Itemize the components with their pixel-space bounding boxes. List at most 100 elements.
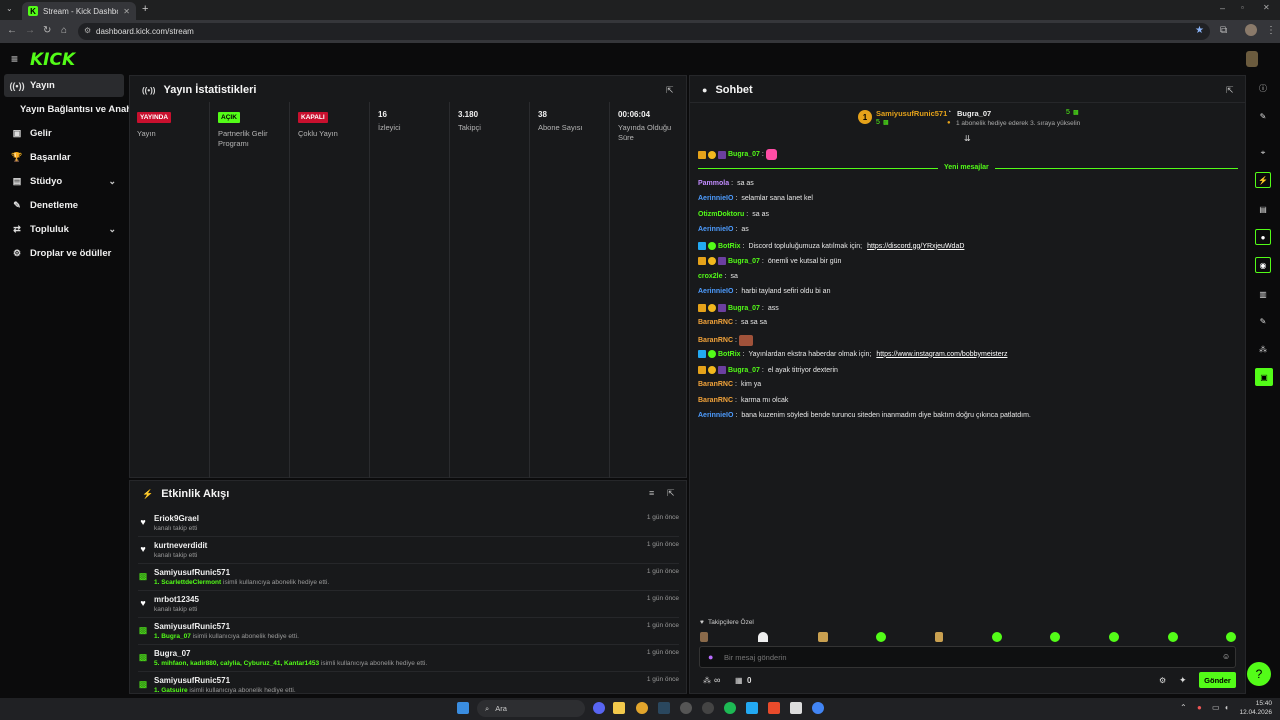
taskbar-search[interactable]: ⌕ Ara (477, 700, 585, 717)
settings-gear-icon[interactable]: ⚙ (1159, 676, 1166, 685)
tab-menu-icon[interactable]: ⌄ (6, 4, 13, 13)
back-icon[interactable]: ← (7, 25, 17, 36)
activity-user[interactable]: SamiyusufRunic571 (154, 676, 230, 685)
window-close-icon[interactable]: ✕ (1263, 3, 1270, 12)
reload-icon[interactable]: ↻ (43, 25, 51, 36)
chrome-icon[interactable] (636, 702, 648, 714)
drops-icon[interactable]: ⁂ (1256, 342, 1270, 356)
chat-username[interactable]: BotRix (718, 243, 741, 250)
user-avatar[interactable] (1246, 51, 1258, 67)
emote-image[interactable] (992, 632, 1002, 642)
discord-icon[interactable] (593, 702, 605, 714)
chat-message-input[interactable] (724, 650, 1204, 664)
chat-username[interactable]: BotRix (718, 351, 741, 358)
volume-icon[interactable]: ◖ (1224, 703, 1229, 712)
chat-username[interactable]: OtizmDoktoru (698, 211, 744, 218)
minimize-icon[interactable]: – (1220, 3, 1225, 13)
activity-user[interactable]: Bugra_07 (154, 649, 190, 658)
info-icon[interactable]: ⓘ (1256, 81, 1270, 95)
vscode-icon[interactable] (746, 702, 758, 714)
tray-chevron-icon[interactable]: ⌃ (1180, 703, 1187, 712)
sidebar-item-basarilar[interactable]: 🏆 Başarılar (4, 146, 124, 169)
emote-image[interactable] (1109, 632, 1119, 642)
activity-user[interactable]: kurtneverdidit (154, 541, 207, 550)
sidebar-item-studyo[interactable]: ▤ Stüdyo ⌄ (4, 170, 124, 193)
sidebar-item-gelir[interactable]: ▣ Gelir (4, 122, 124, 145)
forward-icon[interactable]: → (25, 25, 35, 36)
obs-icon[interactable] (702, 702, 714, 714)
sidebar-item-denetleme[interactable]: ✎ Denetleme (4, 194, 124, 217)
chat-username[interactable]: Bugra_07 (728, 305, 760, 312)
chat-link[interactable]: https://discord.gg/YRxjeuWdaD (867, 243, 964, 250)
site-info-icon[interactable]: ⚙ (84, 26, 91, 35)
hamburger-menu-icon[interactable]: ≡ (11, 52, 18, 66)
notion-icon[interactable] (790, 702, 802, 714)
spotify-icon[interactable] (724, 702, 736, 714)
chat-link[interactable]: https://www.instagram.com/bobbymeisterz (876, 351, 1007, 358)
network-icon[interactable]: ▭ (1212, 703, 1220, 712)
bookmark-star-icon[interactable]: ★ (1195, 25, 1204, 36)
home-icon[interactable]: ⌂ (61, 25, 67, 36)
send-button[interactable]: Gönder (1199, 672, 1236, 688)
channel-points-icon[interactable]: ⁂ (703, 676, 711, 685)
broadcast-icon[interactable]: ◉ (1255, 257, 1271, 273)
emote-image[interactable] (935, 632, 943, 642)
chrome-icon[interactable] (812, 702, 824, 714)
chat-username[interactable]: BaranRNC (698, 381, 733, 388)
emoji-icon[interactable]: ☺ (1222, 652, 1230, 661)
popout-icon[interactable]: ⇱ (667, 488, 675, 499)
browser-menu-icon[interactable]: ⋮ (1266, 25, 1276, 36)
chat-username[interactable]: AerinnieIO (698, 412, 733, 419)
emote-image[interactable] (758, 632, 768, 642)
sidebar-item-topluluk[interactable]: ⇄ Topluluk ⌄ (4, 218, 124, 241)
url-input[interactable]: ⚙ dashboard.kick.com/stream ★ (78, 23, 1210, 40)
document-icon[interactable]: ▤ (1256, 202, 1270, 216)
activity-user[interactable]: mrbot12345 (154, 595, 199, 604)
activity-user[interactable]: SamiyusufRunic571 (154, 622, 230, 631)
emote-image[interactable] (818, 632, 828, 642)
mod-tools-icon[interactable]: ✦ (1179, 675, 1187, 686)
chat-username[interactable]: AerinnieIO (698, 226, 733, 233)
maximize-icon[interactable]: ▫ (1241, 3, 1244, 12)
steam-icon[interactable] (658, 702, 670, 714)
chat-username[interactable]: BaranRNC (698, 337, 733, 344)
sidebar-item-stream-key[interactable]: Yayın Bağlantısı ve Anahtarı (4, 98, 147, 121)
activity-user[interactable]: SamiyusufRunic571 (154, 568, 230, 577)
new-tab-icon[interactable]: + (142, 3, 148, 15)
app-icon[interactable] (680, 702, 692, 714)
sidebar-item-yayin[interactable]: ((•)) Yayın (4, 74, 124, 97)
microphone-icon[interactable]: ● (708, 652, 713, 662)
browser-tab[interactable]: K Stream - Kick Dashboard ✕ (22, 2, 136, 20)
emote-image[interactable] (1226, 632, 1236, 642)
emote-image[interactable] (1168, 632, 1178, 642)
popout-icon[interactable]: ⇱ (1226, 85, 1234, 96)
microphone-icon[interactable]: ● (1197, 703, 1202, 712)
emote-image[interactable] (1050, 632, 1060, 642)
target-icon[interactable]: ⌖ (1256, 146, 1270, 160)
layout-icon[interactable]: ▥ (1256, 287, 1270, 301)
leader-name[interactable]: SamiyusufRunic571 (876, 109, 947, 118)
expand-leaderboard-icon[interactable]: ⇊ (964, 134, 971, 143)
chat-username[interactable]: crox2le (698, 273, 723, 280)
store-icon[interactable]: ▦ (735, 676, 743, 685)
extensions-icon[interactable]: ⧉ (1220, 25, 1227, 36)
emote-image[interactable] (700, 632, 708, 642)
chat-username[interactable]: BaranRNC (698, 397, 733, 404)
emote-image[interactable] (876, 632, 886, 642)
sidebar-item-droplar[interactable]: ⚙ Droplar ve ödüller (4, 242, 124, 265)
profile-avatar[interactable] (1245, 24, 1257, 36)
brave-icon[interactable] (768, 702, 780, 714)
leader-name[interactable]: Bugra_07 (957, 109, 991, 118)
lightning-icon[interactable]: ⚡ (1255, 172, 1271, 188)
chat-bubble-icon[interactable]: ● (1255, 229, 1271, 245)
app-icon[interactable]: ▣ (1255, 368, 1273, 386)
chat-username[interactable]: AerinnieIO (698, 195, 733, 202)
chat-username[interactable]: BaranRNC (698, 319, 733, 326)
windows-start-icon[interactable] (457, 702, 469, 714)
chat-username[interactable]: AerinnieIO (698, 288, 733, 295)
activity-user[interactable]: Eriok9Grael (154, 514, 199, 523)
chat-username[interactable]: Bugra_07 (728, 151, 760, 158)
help-chat-icon[interactable]: ? (1247, 662, 1271, 686)
chat-username[interactable]: Bugra_07 (728, 367, 760, 374)
kick-logo[interactable]: KICK (30, 50, 75, 70)
